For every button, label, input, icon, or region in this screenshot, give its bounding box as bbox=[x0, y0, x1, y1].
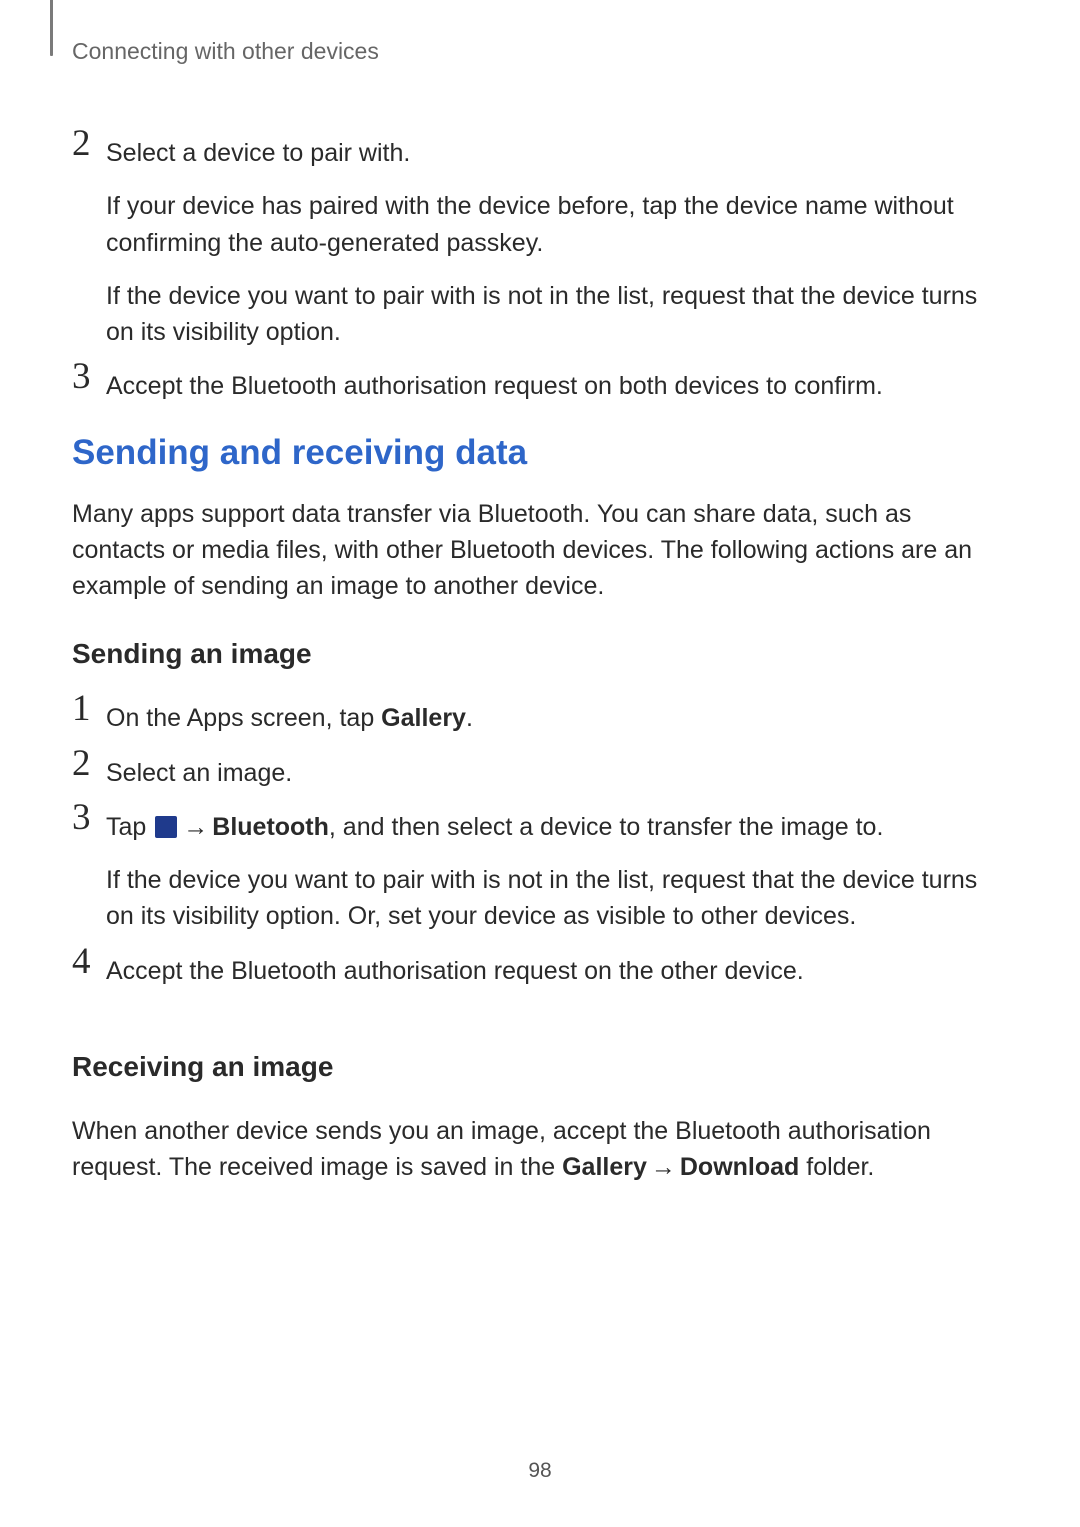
step-body: Accept the Bluetooth authorisation reque… bbox=[106, 953, 1008, 989]
text-bold: Download bbox=[680, 1153, 799, 1181]
step-body: Select a device to pair with. If your de… bbox=[106, 135, 1008, 350]
step-text: If the device you want to pair with is n… bbox=[106, 278, 1008, 351]
step-text: On the Apps screen, tap Gallery. bbox=[106, 700, 1008, 736]
subsection-title-receiving: Receiving an image bbox=[72, 1051, 1008, 1083]
text-suffix: , and then select a device to transfer t… bbox=[329, 813, 884, 841]
step-number: 1 bbox=[72, 690, 91, 727]
step-body: Tap → Bluetooth, and then select a devic… bbox=[106, 809, 1008, 935]
step-number: 3 bbox=[72, 358, 91, 395]
receiving-text: When another device sends you an image, … bbox=[72, 1113, 1008, 1186]
step-text: Accept the Bluetooth authorisation reque… bbox=[106, 368, 1008, 404]
step-text: Tap → Bluetooth, and then select a devic… bbox=[106, 809, 1008, 845]
step-number: 2 bbox=[72, 125, 91, 162]
sending-step-1: 1 On the Apps screen, tap Gallery. bbox=[72, 700, 1008, 736]
step-text: Accept the Bluetooth authorisation reque… bbox=[106, 953, 1008, 989]
text-prefix: On the Apps screen, tap bbox=[106, 704, 381, 732]
step-text: Select a device to pair with. bbox=[106, 135, 1008, 171]
text-suffix: folder. bbox=[799, 1153, 874, 1181]
text-bold: Gallery bbox=[562, 1153, 647, 1181]
step-2: 2 Select a device to pair with. If your … bbox=[72, 135, 1008, 350]
page-content: 2 Select a device to pair with. If your … bbox=[0, 135, 1080, 1185]
share-icon bbox=[155, 816, 177, 838]
sending-step-4: 4 Accept the Bluetooth authorisation req… bbox=[72, 953, 1008, 989]
sending-step-3: 3 Tap → Bluetooth, and then select a dev… bbox=[72, 809, 1008, 935]
breadcrumb-text: Connecting with other devices bbox=[72, 38, 379, 64]
step-number: 2 bbox=[72, 745, 91, 782]
text-bold: Gallery bbox=[381, 704, 466, 732]
breadcrumb-header: Connecting with other devices bbox=[0, 38, 1080, 65]
step-number: 3 bbox=[72, 799, 91, 836]
section-intro: Many apps support data transfer via Blue… bbox=[72, 496, 1008, 605]
text-prefix: Tap bbox=[106, 813, 153, 841]
arrow-icon: → bbox=[183, 809, 208, 845]
page-number: 98 bbox=[0, 1459, 1080, 1483]
step-text: Select an image. bbox=[106, 755, 1008, 791]
section-title: Sending and receiving data bbox=[72, 433, 1008, 473]
step-text: If your device has paired with the devic… bbox=[106, 188, 1008, 261]
text-bold: Bluetooth bbox=[212, 813, 329, 841]
step-3: 3 Accept the Bluetooth authorisation req… bbox=[72, 368, 1008, 404]
text-suffix: . bbox=[466, 704, 473, 732]
header-tab-mark bbox=[50, 0, 53, 56]
sending-step-2: 2 Select an image. bbox=[72, 755, 1008, 791]
step-text: If the device you want to pair with is n… bbox=[106, 862, 1008, 935]
subsection-title-sending: Sending an image bbox=[72, 638, 1008, 670]
step-body: On the Apps screen, tap Gallery. bbox=[106, 700, 1008, 736]
step-number: 4 bbox=[72, 943, 91, 980]
arrow-icon: → bbox=[651, 1149, 676, 1185]
step-body: Select an image. bbox=[106, 755, 1008, 791]
step-body: Accept the Bluetooth authorisation reque… bbox=[106, 368, 1008, 404]
